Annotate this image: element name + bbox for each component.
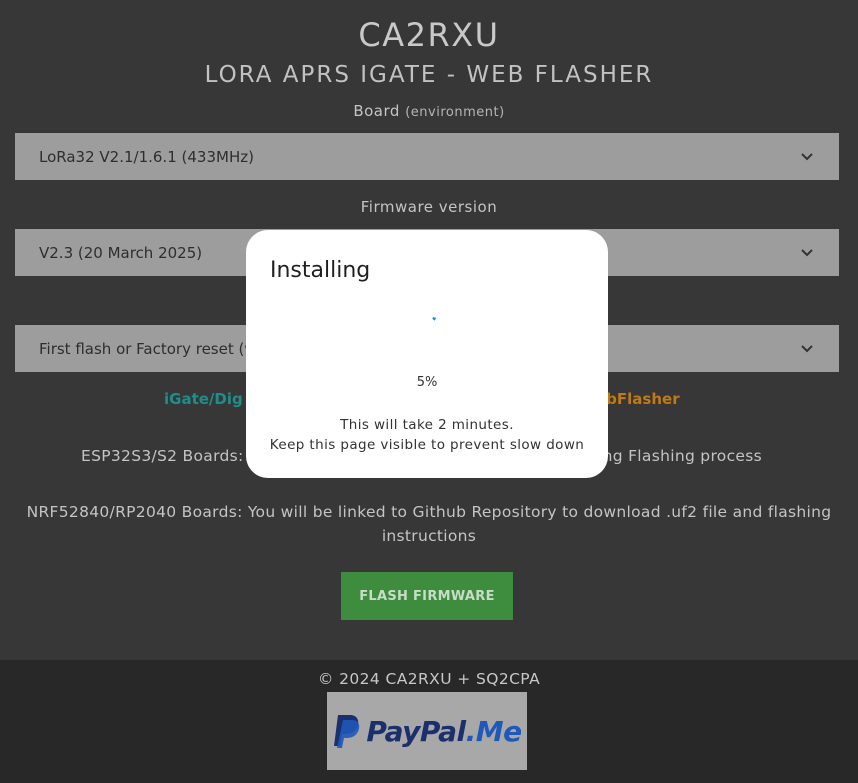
firmware-select-value: V2.3 (20 March 2025) — [39, 243, 203, 262]
firmware-label: Firmware version — [360, 198, 498, 216]
paypal-button[interactable]: PayPal.Me — [327, 692, 527, 770]
chevron-down-icon — [801, 249, 813, 257]
webflasher-link[interactable]: ebFlasher — [596, 390, 680, 408]
callsign-title: CA2RXU — [358, 16, 500, 54]
flash-type-select-value: First flash or Factory reset (we — [39, 339, 266, 358]
esp32-note-right: ing Flashing process — [598, 447, 762, 465]
esp32-note-left: ESP32S3/S2 Boards: — [81, 447, 244, 465]
paypal-text-part2: .Me — [465, 714, 523, 748]
installing-dialog: Installing 5% This will take 2 minutes. … — [246, 230, 608, 478]
progress-percent: 5% — [416, 375, 438, 390]
board-label-text: Board — [353, 102, 400, 120]
board-label-note: (environment) — [405, 105, 505, 120]
dialog-message-line-1: This will take 2 minutes. — [340, 417, 514, 433]
paypal-text-part1: PayPal — [366, 714, 466, 748]
board-label: Board (environment) — [0, 102, 858, 120]
paypal-me-label: PayPal.Me — [366, 714, 523, 748]
page-subtitle: LORA APRS IGATE - WEB FLASHER — [204, 62, 654, 88]
dialog-title: Installing — [270, 258, 371, 283]
dialog-message-line-2: Keep this page visible to prevent slow d… — [269, 437, 585, 453]
copyright: © 2024 CA2RXU + SQ2CPA — [317, 670, 541, 688]
flash-firmware-button[interactable]: FLASH FIRMWARE — [341, 572, 513, 620]
chevron-down-icon — [801, 345, 813, 353]
loading-spinner-icon — [432, 316, 437, 321]
igate-link[interactable]: iGate/Dig — [164, 390, 243, 408]
board-select[interactable]: LoRa32 V2.1/1.6.1 (433MHz) — [15, 133, 839, 180]
web-flasher-page: CA2RXU LORA APRS IGATE - WEB FLASHER Boa… — [0, 0, 858, 783]
paypal-logo-icon — [334, 715, 360, 748]
board-select-value: LoRa32 V2.1/1.6.1 (433MHz) — [39, 147, 254, 166]
chevron-down-icon — [801, 153, 813, 161]
dialog-message: This will take 2 minutes. Keep this page… — [246, 415, 608, 455]
nrf-note: NRF52840/RP2040 Boards: You will be link… — [26, 503, 832, 545]
